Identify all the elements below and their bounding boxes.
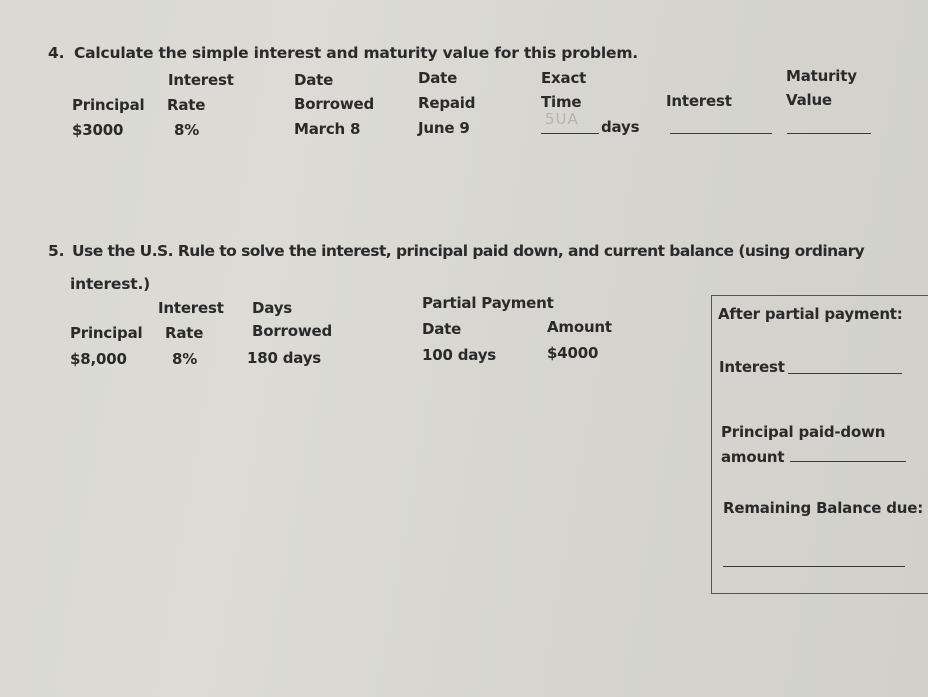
p4-maturity-blank[interactable] xyxy=(787,133,871,134)
p4-header-borrowed-line1: Date xyxy=(294,71,334,89)
p4-header-repaid-line2: Repaid xyxy=(418,94,476,112)
p5-value-payment-amount: $4000 xyxy=(547,344,599,362)
box-interest-blank[interactable] xyxy=(788,373,902,374)
p4-header-borrowed-line2: Borrowed xyxy=(294,95,375,113)
problem4-number: 4. xyxy=(48,44,65,62)
box-remaining-label: Remaining Balance due: xyxy=(723,499,924,517)
box-title: After partial payment: xyxy=(718,305,903,323)
box-principal-paid-line1: Principal paid-down xyxy=(721,423,886,441)
p4-time-blank[interactable] xyxy=(541,133,599,134)
p5-header-days-line2: Borrowed xyxy=(252,322,333,340)
p4-header-rate-line2: Rate xyxy=(167,96,206,114)
p4-interest-blank[interactable] xyxy=(670,133,772,134)
p5-value-rate: 8% xyxy=(172,350,198,368)
problem4-prompt: Calculate the simple interest and maturi… xyxy=(74,44,638,62)
p4-time-unit: days xyxy=(601,118,640,136)
p5-header-principal: Principal xyxy=(70,324,143,342)
problem5-prompt-line1: Use the U.S. Rule to solve the interest,… xyxy=(72,242,865,260)
p4-value-principal: $3000 xyxy=(72,121,124,139)
p5-header-days-line1: Days xyxy=(252,299,293,317)
p4-header-interest: Interest xyxy=(666,92,732,110)
p5-header-amount: Amount xyxy=(547,318,612,336)
p4-header-principal: Principal xyxy=(72,96,145,114)
p4-header-time-line1: Exact xyxy=(541,69,587,87)
p4-value-date-borrowed: March 8 xyxy=(294,120,361,138)
problem5-prompt-line2: interest.) xyxy=(70,275,151,293)
p5-header-partial-payment: Partial Payment xyxy=(422,294,554,312)
p5-header-rate-line2: Rate xyxy=(165,324,204,342)
p4-header-maturity-line2: Value xyxy=(786,91,832,109)
answer-box xyxy=(711,295,928,594)
box-remaining-blank[interactable] xyxy=(723,566,905,567)
p5-value-principal: $8,000 xyxy=(70,350,127,368)
p4-value-date-repaid: June 9 xyxy=(418,119,470,137)
p4-header-repaid-line1: Date xyxy=(418,69,458,87)
p4-value-rate: 8% xyxy=(174,121,200,139)
p4-header-time-line2: Time xyxy=(541,93,582,111)
problem5-number: 5. xyxy=(48,242,65,260)
p5-value-days-borrowed: 180 days xyxy=(247,349,322,367)
box-principal-paid-blank[interactable] xyxy=(790,461,906,462)
p5-value-payment-date: 100 days xyxy=(422,346,497,364)
p4-handwritten-time: 5UA xyxy=(545,110,579,128)
p5-header-date: Date xyxy=(422,320,462,338)
p4-header-rate-line1: Interest xyxy=(168,71,234,89)
p5-header-rate-line1: Interest xyxy=(158,299,224,317)
box-principal-paid-line2: amount xyxy=(721,448,785,466)
p4-header-maturity-line1: Maturity xyxy=(786,67,857,85)
box-interest-label: Interest xyxy=(719,358,785,376)
